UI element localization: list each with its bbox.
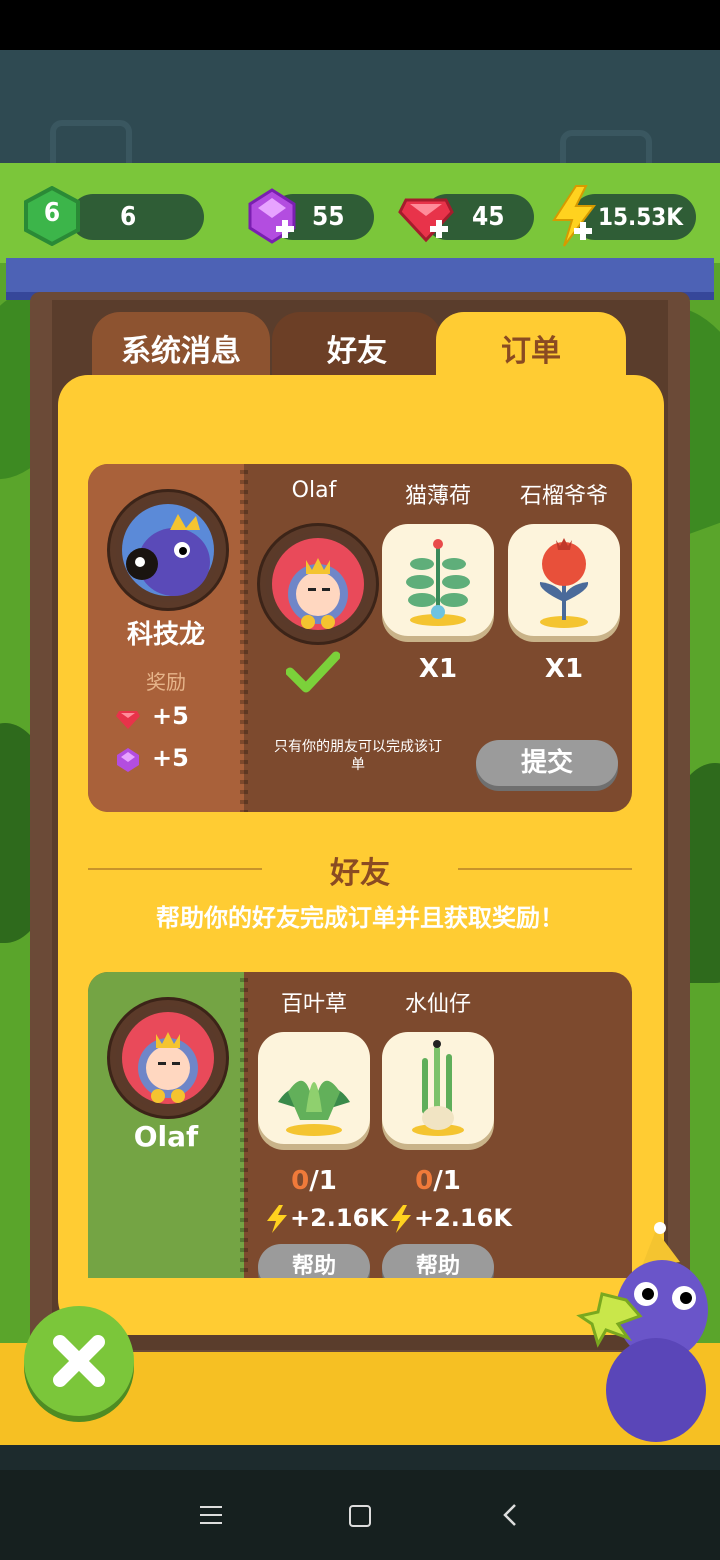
home-icon[interactable]: [348, 1504, 372, 1528]
reward-label: 奖励: [146, 670, 186, 694]
menu-icon[interactable]: [198, 1504, 224, 1526]
pomegranate-plant-icon: [539, 538, 589, 628]
aloe-plant-tile[interactable]: [258, 1032, 370, 1144]
order-item-name: Olaf: [291, 478, 337, 503]
catnip-plant-tile[interactable]: [382, 524, 494, 636]
reward-amount-red: +5: [152, 702, 189, 730]
order-note: 只有你的朋友可以完成该订单: [274, 739, 442, 773]
bottom-background: [0, 1445, 720, 1470]
catnip-plant-icon: [406, 539, 470, 626]
friend-item-progress: 0/1: [291, 1166, 337, 1196]
order-item-name: 石榴爷爷: [519, 484, 608, 509]
red-gem-count: 45: [472, 202, 505, 232]
daffodil-plant-tile[interactable]: [382, 1032, 494, 1144]
friend-item-reward: +2.16K: [414, 1204, 512, 1232]
level-badge-text: 6: [43, 198, 61, 228]
friend-order-card: Olaf 百叶草 水仙仔 0/1 0/1 +2.16K +2.16K 帮助 帮助: [88, 972, 632, 1278]
avatar: [110, 492, 226, 608]
help-button[interactable]: 帮助: [382, 1244, 494, 1278]
pomegranate-plant-tile[interactable]: [508, 524, 620, 636]
lightning-icon: [267, 1205, 287, 1233]
level-value: 6: [120, 202, 137, 232]
daffodil-plant-icon: [412, 1040, 464, 1136]
friend-avatar[interactable]: [110, 1000, 226, 1116]
friend-item-name: 百叶草: [280, 992, 347, 1017]
divider-left: [88, 868, 262, 870]
lightning-icon[interactable]: [546, 184, 602, 248]
friends-section-subtitle: 帮助你的好友完成订单并且获取奖励！: [156, 904, 564, 932]
friend-item-reward: +2.16K: [290, 1204, 388, 1232]
friend-avatar[interactable]: [260, 526, 376, 642]
order-item-name: 猫薄荷: [404, 484, 471, 509]
lightning-icon: [391, 1205, 411, 1233]
status-bar: [0, 0, 720, 50]
my-order-card: 科技龙 奖励 +5 +5 Olaf 猫薄荷 石榴爷爷 X1 X1 只有你的朋友可…: [88, 464, 632, 812]
item-qty: X1: [544, 654, 584, 684]
divider-right: [458, 868, 632, 870]
purple-gem-icon: [117, 748, 139, 772]
purple-gem-count: 55: [312, 202, 345, 232]
dino-mascot-icon: [576, 1222, 708, 1442]
close-icon: [53, 1335, 105, 1387]
order-owner-name: 科技龙: [126, 620, 205, 650]
red-gem-icon[interactable]: [396, 186, 456, 246]
red-gem-icon: [116, 711, 140, 729]
purple-gem-icon[interactable]: [242, 186, 302, 246]
help-button[interactable]: 帮助: [258, 1244, 370, 1278]
friend-item-progress: 0/1: [415, 1166, 461, 1196]
reward-amount-purple: +5: [152, 744, 189, 772]
navigation-bar: [0, 1470, 720, 1560]
friend-owner-name: Olaf: [133, 1120, 199, 1153]
check-icon: [286, 651, 340, 693]
top-background: [0, 50, 720, 202]
close-button[interactable]: [24, 1306, 134, 1416]
submit-button[interactable]: 提交: [476, 740, 618, 786]
friend-item-name: 水仙仔: [404, 992, 471, 1017]
energy-count: 15.53K: [598, 203, 684, 231]
item-qty: X1: [418, 654, 458, 684]
level-pill: [70, 194, 204, 240]
friends-section-title: 好友: [330, 856, 390, 891]
back-icon[interactable]: [500, 1502, 520, 1528]
aloe-plant-icon: [278, 1080, 350, 1136]
